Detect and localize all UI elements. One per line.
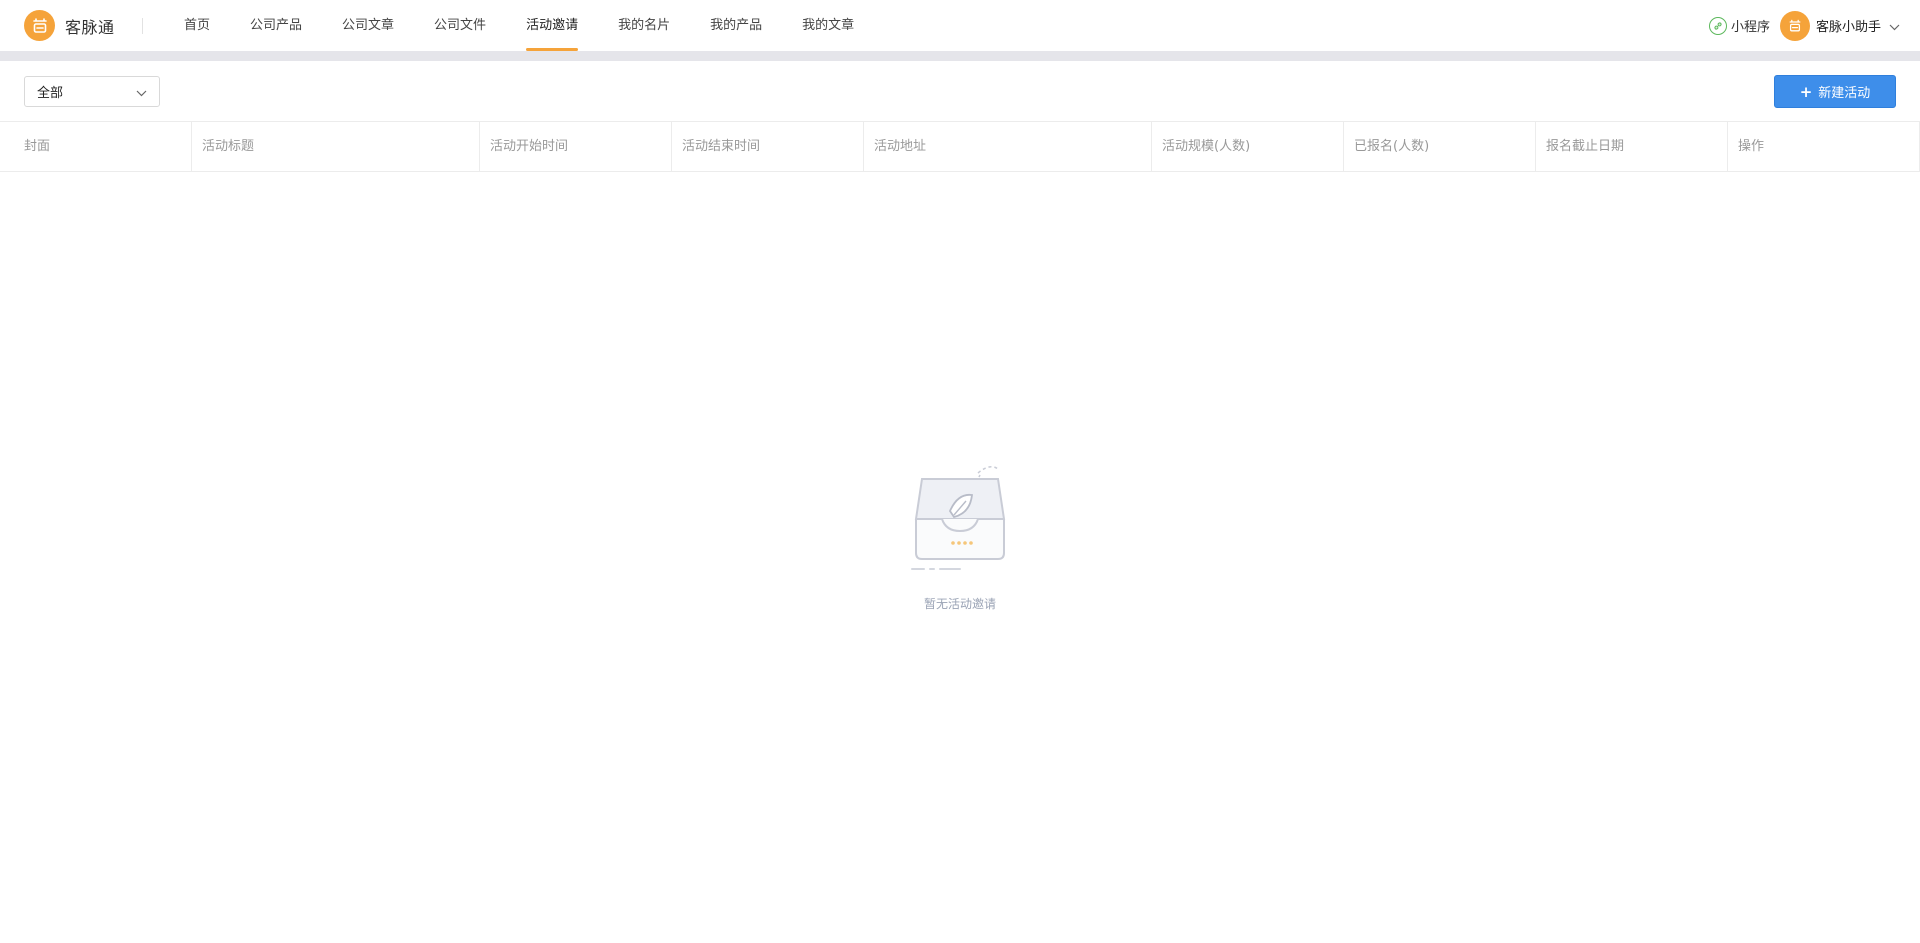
- nav-item-company-products[interactable]: 公司产品: [230, 0, 322, 51]
- avatar: [1779, 10, 1810, 41]
- user-menu[interactable]: 客脉小助手: [1779, 10, 1900, 41]
- empty-state: 暂无活动邀请: [0, 465, 1920, 612]
- plus-icon: +: [1799, 82, 1813, 101]
- column-header-cover[interactable]: 封面: [0, 122, 192, 171]
- user-name: 客脉小助手: [1815, 20, 1881, 35]
- main-nav: 首页 公司产品 公司文章 公司文件 活动邀请 我的名片 我的产品 我的文章: [164, 0, 874, 51]
- column-header-address[interactable]: 活动地址: [864, 122, 1152, 171]
- status-filter-value: 全部: [37, 86, 64, 101]
- nav-item-my-products[interactable]: 我的产品: [690, 0, 782, 51]
- column-header-title[interactable]: 活动标题: [192, 122, 480, 171]
- empty-inbox-icon: [908, 465, 1012, 577]
- nav-item-company-articles[interactable]: 公司文章: [322, 0, 414, 51]
- header-separator: [0, 51, 1920, 61]
- top-navbar: 客脉通 首页 公司产品 公司文章 公司文件 活动邀请 我的名片 我的产品 我的文…: [0, 0, 1920, 51]
- brand-name: 客脉通: [65, 17, 115, 37]
- chevron-down-icon: [1889, 16, 1900, 35]
- empty-state-text: 暂无活动邀请: [923, 597, 996, 611]
- logo-icon: [24, 10, 55, 41]
- column-header-registered[interactable]: 已报名(人数): [1344, 122, 1536, 171]
- mini-app-label: 小程序: [1730, 20, 1770, 35]
- status-filter-select[interactable]: 全部: [24, 76, 160, 107]
- column-header-end-time[interactable]: 活动结束时间: [672, 122, 864, 171]
- new-event-button[interactable]: + 新建活动: [1774, 75, 1896, 108]
- nav-item-event-invitations[interactable]: 活动邀请: [506, 0, 598, 51]
- header-right: 小程序 客脉小助手: [1708, 0, 1900, 51]
- column-header-actions[interactable]: 操作: [1728, 122, 1920, 171]
- brand[interactable]: 客脉通: [24, 10, 115, 41]
- nav-item-home[interactable]: 首页: [164, 0, 230, 51]
- toolbar: 全部 + 新建活动: [0, 61, 1920, 121]
- mini-app-link[interactable]: 小程序: [1708, 16, 1770, 35]
- chevron-down-icon: [136, 86, 147, 101]
- link-icon: [1708, 16, 1727, 35]
- column-header-start-time[interactable]: 活动开始时间: [480, 122, 672, 171]
- column-header-deadline[interactable]: 报名截止日期: [1536, 122, 1728, 171]
- nav-item-my-articles[interactable]: 我的文章: [782, 0, 874, 51]
- nav-item-my-card[interactable]: 我的名片: [598, 0, 690, 51]
- new-event-button-label: 新建活动: [1818, 86, 1871, 101]
- brand-divider: [142, 18, 143, 34]
- nav-item-company-files[interactable]: 公司文件: [414, 0, 506, 51]
- column-header-capacity[interactable]: 活动规模(人数): [1152, 122, 1344, 171]
- events-table-header: 封面 活动标题 活动开始时间 活动结束时间 活动地址 活动规模(人数) 已报名(…: [0, 121, 1920, 172]
